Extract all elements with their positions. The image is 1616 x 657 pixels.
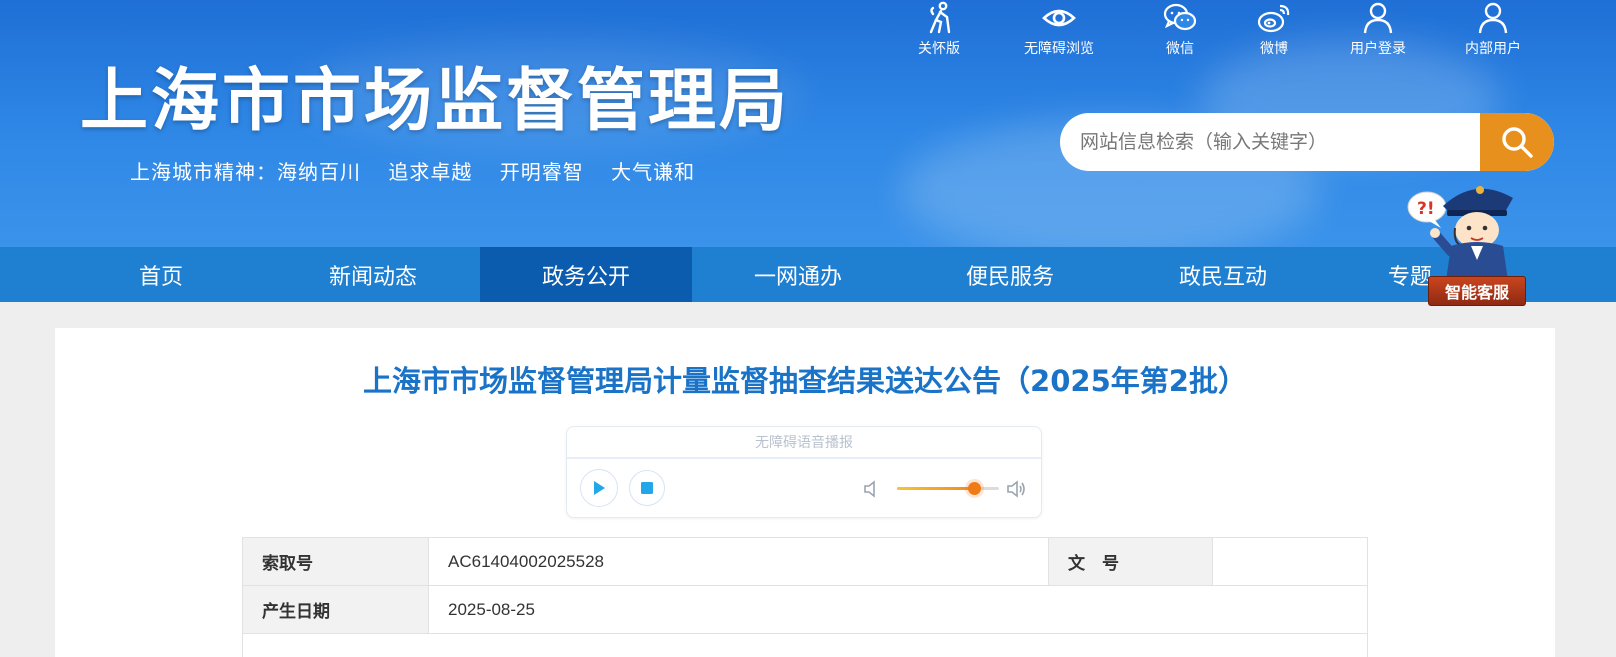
volume-knob[interactable] [967,482,981,495]
site-header: 上海市市场监督管理局 上海城市精神：海纳百川 追求卓越 开明睿智 大气谦和 关怀… [0,0,1616,247]
article-panel: 上海市市场监督管理局计量监督抽查结果送达公告（2025年第2批） 无障碍语音播报 [55,328,1555,657]
nav-item-home[interactable]: 首页 [55,247,267,302]
stop-icon [641,482,653,494]
search-button[interactable] [1480,113,1554,171]
table-empty-cell [242,633,1368,657]
user-icon [1363,2,1393,34]
volume-slider[interactable] [897,482,999,495]
accessibility-label: 无障碍浏览 [1024,41,1094,57]
index-number-value: AC61404002025528 [428,537,1049,586]
weibo-icon [1257,4,1290,33]
weibo-label: 微博 [1260,41,1288,57]
date-label: 产生日期 [242,585,429,634]
document-number-value [1212,537,1368,586]
article-title: 上海市市场监督管理局计量监督抽查结果送达公告（2025年第2批） [363,364,1247,398]
nav-item-interaction[interactable]: 政民互动 [1117,247,1329,302]
wechat-icon [1163,3,1197,31]
search-input[interactable] [1060,113,1480,171]
document-info-table: 索取号 AC61404002025528 文 号 产生日期 2025-08-25 [242,537,1368,657]
play-icon [594,481,605,495]
document-number-label: 文 号 [1048,537,1213,586]
date-value: 2025-08-25 [428,585,1368,634]
wechat-label: 微信 [1166,41,1194,57]
stop-button[interactable] [629,470,665,506]
volume-low-icon[interactable] [861,478,883,500]
site-title[interactable]: 上海市市场监督管理局 [80,62,790,142]
player-title: 无障碍语音播报 [567,427,1041,459]
nav-item-news[interactable]: 新闻动态 [267,247,479,302]
user-icon [1478,2,1508,34]
eye-icon [1042,9,1076,27]
play-button[interactable] [580,469,618,507]
volume-high-icon[interactable] [1005,478,1027,500]
city-slogan: 上海城市精神：海纳百川 追求卓越 开明睿智 大气谦和 [130,160,696,184]
care-mode-button[interactable]: 关怀版 [918,0,960,58]
table-row: 索取号 AC61404002025528 文 号 [242,537,1368,586]
main-nav: 首页 新闻动态 政务公开 一网通办 便民服务 政民互动 专题 [0,247,1616,302]
user-login-label: 用户登录 [1350,41,1406,57]
user-login-button[interactable]: 用户登录 [1350,0,1406,58]
weibo-button[interactable]: 微博 [1256,0,1292,58]
volume-level [897,487,974,490]
internal-user-label: 内部用户 [1465,41,1521,57]
table-row: 产生日期 2025-08-25 [242,585,1368,634]
table-row [242,633,1368,657]
smart-customer-service-button[interactable]: 智能客服 [1428,276,1526,306]
nav-item-government-affairs[interactable]: 政务公开 [480,247,692,302]
wechat-button[interactable]: 微信 [1162,0,1198,58]
internal-user-button[interactable]: 内部用户 [1465,0,1521,58]
index-number-label: 索取号 [242,537,429,586]
search-icon [1502,127,1533,158]
nav-item-one-network-service[interactable]: 一网通办 [692,247,904,302]
site-search [1060,113,1554,171]
nav-item-public-services[interactable]: 便民服务 [904,247,1116,302]
care-mode-label: 关怀版 [918,41,960,57]
accessibility-button[interactable]: 无障碍浏览 [1024,0,1094,58]
voice-broadcast-player: 无障碍语音播报 [566,426,1042,518]
mascot-bubble-text: ?! [1417,199,1435,219]
elderly-care-icon [929,1,951,34]
